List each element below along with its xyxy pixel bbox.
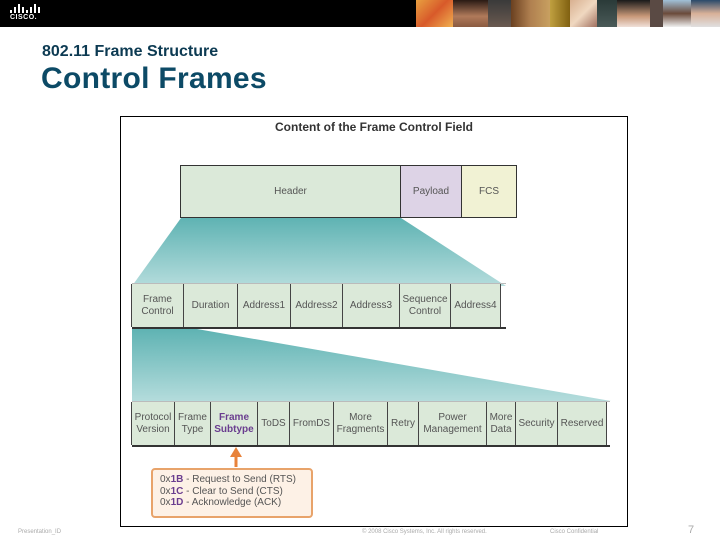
frame-control-diagram: Content of the Frame Control Field Heade… — [120, 116, 628, 527]
header-expansion-shape — [132, 218, 506, 286]
field-address1: Address1 — [237, 284, 291, 327]
field-address2: Address2 — [290, 284, 343, 327]
callout-line-rts: 0x1B - Request to Send (RTS) — [160, 474, 297, 485]
cisco-logo: CISCO. — [8, 4, 44, 24]
logo-text: CISCO. — [10, 14, 38, 21]
slide-subtitle: 802.11 Frame Structure — [42, 43, 219, 60]
fc-frame-type: Frame Type — [174, 402, 211, 445]
fc-retry: Retry — [387, 402, 419, 445]
footer-presentation-id: Presentation_ID — [18, 529, 62, 535]
top-banner: CISCO. — [0, 0, 720, 27]
field-address4: Address4 — [450, 284, 501, 327]
frame-control-fields-row: Protocol Version Frame Type Frame Subtyp… — [131, 401, 610, 447]
cisco-bridge-icon — [10, 4, 40, 13]
field-duration: Duration — [183, 284, 238, 327]
fc-security: Security — [515, 402, 558, 445]
fc-tods: ToDS — [257, 402, 290, 445]
slide-title: Control Frames — [41, 62, 267, 95]
footer-confidential: Cisco Confidential — [550, 529, 599, 535]
fc-power-management: Power Management — [418, 402, 487, 445]
fc-protocol-version: Protocol Version — [131, 402, 175, 445]
frame-control-expansion-shape — [132, 329, 611, 401]
field-address3: Address3 — [342, 284, 400, 327]
frame-header-label: Header — [274, 186, 307, 197]
fc-reserved: Reserved — [557, 402, 607, 445]
frame-payload-label: Payload — [412, 186, 450, 197]
field-sequence-control: Sequence Control — [399, 284, 451, 327]
frame-fcs-label: FCS — [479, 186, 499, 197]
fc-more-fragments: More Fragments — [333, 402, 388, 445]
frame-fcs-box: FCS — [461, 165, 517, 218]
callout-line-cts: 0x1C - Clear to Send (CTS) — [160, 485, 283, 497]
diagram-title: Content of the Frame Control Field — [275, 120, 473, 134]
footer-copyright: © 2008 Cisco Systems, Inc. All rights re… — [362, 529, 487, 535]
header-fields-row: Frame Control Duration Address1 Address2… — [131, 283, 506, 329]
subtype-callout: 0x1B - Request to Send (RTS) 0x1C - Clea… — [151, 468, 313, 518]
field-frame-control: Frame Control — [131, 284, 184, 327]
page-number: 7 — [688, 524, 695, 536]
frame-header-box: Header — [180, 165, 401, 218]
fc-fromds: FromDS — [289, 402, 334, 445]
frame-payload-box: Payload — [400, 165, 462, 218]
banner-photo-strip — [408, 0, 720, 27]
fc-more-data: More Data — [486, 402, 516, 445]
fc-frame-subtype: Frame Subtype — [210, 402, 258, 445]
callout-line-ack: 0x1D - Acknowledge (ACK) — [160, 497, 282, 508]
